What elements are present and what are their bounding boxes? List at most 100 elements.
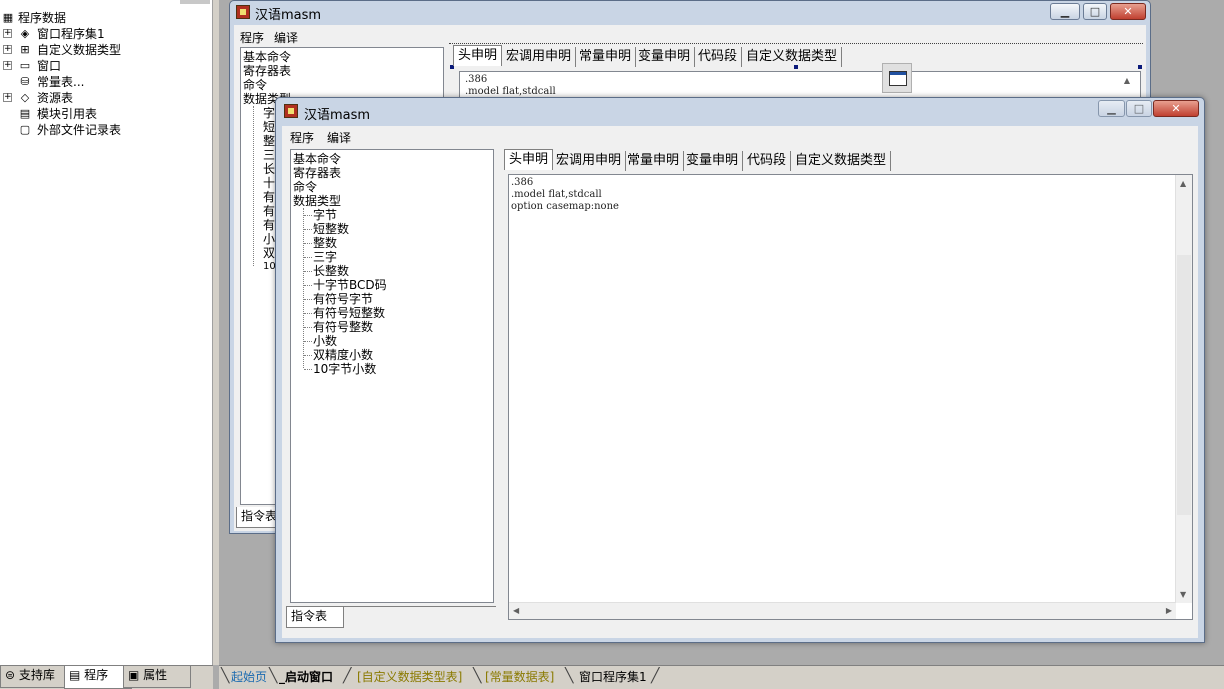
expand-icon[interactable]: + xyxy=(3,61,12,70)
tab-separator: ╲ xyxy=(221,668,230,684)
list-item[interactable]: 寄存器表 xyxy=(293,166,341,180)
list-item[interactable]: 短整数 xyxy=(313,222,349,236)
list-item[interactable]: 基本命令 xyxy=(293,152,341,166)
expand-icon[interactable]: + xyxy=(3,93,12,102)
tab-macro-declaration[interactable]: 宏调用申明 xyxy=(552,151,627,171)
tree-tick xyxy=(304,369,312,370)
list-item[interactable]: 小 xyxy=(263,232,275,246)
expand-icon[interactable]: + xyxy=(3,29,12,38)
scroll-up-arrow[interactable]: ▲ xyxy=(1124,76,1130,85)
tab-properties[interactable]: ▣ 属性 xyxy=(123,666,191,688)
maximize-button[interactable]: □ xyxy=(1126,100,1152,117)
tab-support-library[interactable]: ⊜ 支持库 xyxy=(0,666,73,688)
app-icon xyxy=(236,5,250,19)
panel-splitter[interactable] xyxy=(213,0,219,665)
list-item[interactable]: 小数 xyxy=(313,334,337,348)
tab-variable-declaration[interactable]: 变量申明 xyxy=(634,47,696,67)
tab-separator: ╲ xyxy=(269,668,278,684)
tree-tick xyxy=(304,285,312,286)
tab-start-page[interactable]: 起始页 xyxy=(231,668,267,686)
list-item[interactable]: 字 xyxy=(263,106,275,120)
list-item[interactable]: 整数 xyxy=(313,236,337,250)
minimize-button[interactable]: ▁ xyxy=(1098,100,1125,117)
tab-separator: ╲ xyxy=(565,668,574,684)
scroll-down-arrow[interactable]: ▼ xyxy=(1180,590,1186,599)
close-button[interactable]: ✕ xyxy=(1153,100,1199,117)
menu-program[interactable]: 程序 xyxy=(240,29,264,46)
tab-custom-data-type[interactable]: 自定义数据类型 xyxy=(742,47,843,67)
tree-tick xyxy=(304,341,312,342)
form-icon xyxy=(889,71,907,86)
selection-handle[interactable] xyxy=(1138,65,1142,69)
module-ref-icon: ▤ xyxy=(19,107,31,120)
scroll-up-arrow[interactable]: ▲ xyxy=(1180,179,1186,188)
menu-compile[interactable]: 编译 xyxy=(327,129,351,146)
front-code-editor[interactable]: .386 .model flat,stdcall option casemap:… xyxy=(508,174,1193,620)
tree-tick xyxy=(304,257,312,258)
list-item[interactable]: 十字节BCD码 xyxy=(313,278,387,292)
tab-code-segment[interactable]: 代码段 xyxy=(743,151,792,171)
project-tree-panel: ▦ 程序数据 + ◈ 窗口程序集1 + ⊞ 自定义数据类型 + ▭ 窗口 ⛁ 常… xyxy=(0,0,213,665)
tab-custom-type-table[interactable]: [自定义数据类型表] xyxy=(357,668,462,686)
front-window-titlebar[interactable]: 汉语masm ▁ □ ✕ xyxy=(276,98,1204,123)
tab-separator: ╱ xyxy=(651,668,660,684)
vertical-scrollbar[interactable]: ▲ ▼ xyxy=(1175,175,1192,603)
tree-tick xyxy=(304,215,312,216)
close-button[interactable]: ✕ xyxy=(1110,3,1146,20)
tab-command-table[interactable]: 指令表 xyxy=(286,607,344,628)
list-item[interactable]: 10 xyxy=(263,260,276,274)
list-item[interactable]: 有 xyxy=(263,218,275,232)
scroll-left-arrow[interactable]: ◀ xyxy=(513,606,519,615)
window-icon: ▭ xyxy=(19,59,31,72)
tab-code-segment[interactable]: 代码段 xyxy=(694,47,743,67)
front-menubar: 程序 编译 xyxy=(282,127,1198,147)
tab-constant-declaration[interactable]: 常量申明 xyxy=(575,47,637,67)
list-item[interactable]: 十 xyxy=(263,176,275,190)
list-item[interactable]: 长整数 xyxy=(313,264,349,278)
list-item[interactable]: 命令 xyxy=(243,78,267,92)
front-window-title: 汉语masm xyxy=(304,108,371,123)
list-item[interactable]: 字节 xyxy=(313,208,337,222)
scroll-right-arrow[interactable]: ▶ xyxy=(1166,606,1172,615)
list-item[interactable]: 双 xyxy=(263,246,275,260)
list-item[interactable]: 有符号字节 xyxy=(313,292,373,306)
front-command-list[interactable]: 基本命令 寄存器表 命令 数据类型 字节 短整数 整数 三字 长整数 十字节BC… xyxy=(290,149,494,603)
menu-program[interactable]: 程序 xyxy=(290,129,314,146)
maximize-button[interactable]: □ xyxy=(1083,3,1107,20)
list-item[interactable]: 有符号短整数 xyxy=(313,306,385,320)
constant-table-icon: ⛁ xyxy=(20,75,30,88)
tab-custom-data-type[interactable]: 自定义数据类型 xyxy=(791,151,892,171)
list-item[interactable]: 整 xyxy=(263,134,275,148)
tab-program[interactable]: ▤ 程序 xyxy=(64,666,132,689)
back-window-titlebar[interactable]: 汉语masm ▁ □ ✕ xyxy=(230,1,1150,25)
tab-variable-declaration[interactable]: 变量申明 xyxy=(682,151,744,171)
code-line: option casemap:none xyxy=(511,201,619,212)
list-item[interactable]: 三 xyxy=(263,148,275,162)
tab-header-declaration[interactable]: 头申明 xyxy=(504,149,554,170)
tab-header-declaration[interactable]: 头申明 xyxy=(453,45,503,66)
tree-tick xyxy=(304,355,312,356)
list-item[interactable]: 基本命令 xyxy=(243,50,291,64)
minimize-button[interactable]: ▁ xyxy=(1050,3,1080,20)
list-item[interactable]: 长 xyxy=(263,162,275,176)
window-component-icon[interactable] xyxy=(882,63,912,93)
list-item[interactable]: 三字 xyxy=(313,250,337,264)
list-item[interactable]: 数据类型 xyxy=(293,194,341,208)
tab-macro-declaration[interactable]: 宏调用申明 xyxy=(502,47,577,67)
list-item[interactable]: 短 xyxy=(263,120,275,134)
menu-compile[interactable]: 编译 xyxy=(274,29,298,46)
list-item[interactable]: 双精度小数 xyxy=(313,348,373,362)
list-item[interactable]: 寄存器表 xyxy=(243,64,291,78)
tab-constant-table[interactable]: [常量数据表] xyxy=(485,668,554,686)
horizontal-scrollbar[interactable]: ◀ ▶ xyxy=(509,602,1176,619)
list-item[interactable]: 有 xyxy=(263,204,275,218)
tab-startup-window[interactable]: _启动窗口 xyxy=(279,668,333,686)
tab-assembly[interactable]: 窗口程序集1 xyxy=(579,668,647,686)
expand-icon[interactable]: + xyxy=(3,45,12,54)
list-item[interactable]: 有 xyxy=(263,190,275,204)
list-item[interactable]: 10字节小数 xyxy=(313,362,376,376)
list-item[interactable]: 命令 xyxy=(293,180,317,194)
scroll-thumb[interactable] xyxy=(1177,255,1191,515)
list-item[interactable]: 有符号整数 xyxy=(313,320,373,334)
tab-constant-declaration[interactable]: 常量申明 xyxy=(623,151,685,171)
